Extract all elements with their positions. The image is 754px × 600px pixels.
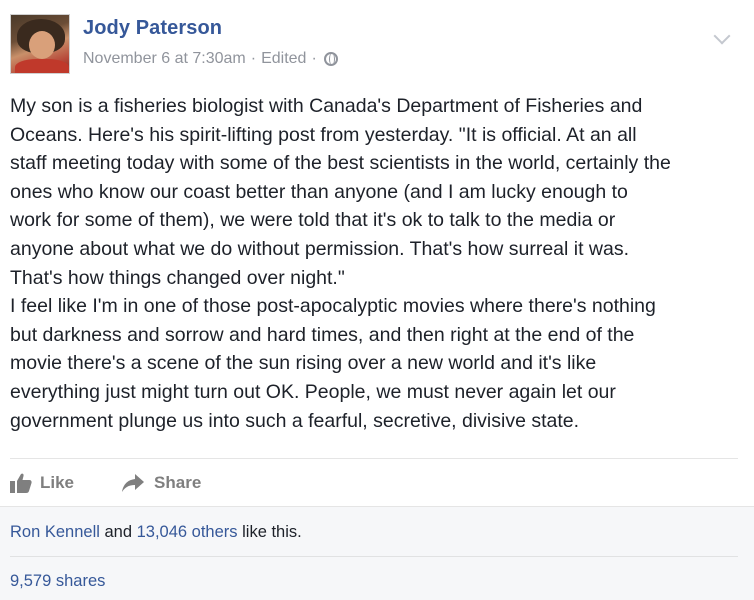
like-button[interactable]: Like [10, 473, 74, 493]
post-actions: Like Share [10, 466, 249, 500]
share-button[interactable]: Share [122, 473, 201, 493]
facebook-post: Jody Paterson November 6 at 7:30am · Edi… [0, 0, 754, 600]
author-avatar[interactable] [10, 14, 70, 74]
chevron-down-icon[interactable] [713, 27, 731, 45]
shares-count-link[interactable]: 9,579 shares [10, 572, 105, 591]
post-timestamp[interactable]: November 6 at 7:30am [83, 50, 246, 68]
share-arrow-icon [122, 474, 145, 492]
summary-divider [10, 556, 738, 557]
meta-separator: · [250, 50, 257, 67]
actions-divider [10, 458, 738, 459]
post-meta: November 6 at 7:30am · Edited · [83, 50, 338, 68]
likes-suffix: like this. [237, 523, 302, 541]
avatar-face [29, 31, 55, 59]
share-label: Share [154, 473, 202, 492]
edited-label[interactable]: Edited [261, 50, 306, 68]
post-header: Jody Paterson November 6 at 7:30am · Edi… [10, 12, 744, 76]
author-name[interactable]: Jody Paterson [83, 17, 222, 40]
likes-and-text: and [99, 523, 137, 541]
avatar-shirt [15, 59, 69, 73]
liker-name-link[interactable]: Ron Kennell [10, 523, 100, 541]
thumbs-up-icon [10, 473, 32, 493]
likes-summary: Ron Kennell and 13,046 others like this. [10, 523, 302, 542]
globe-icon[interactable] [323, 52, 338, 66]
post-summary: Ron Kennell and 13,046 others like this.… [0, 506, 754, 600]
post-body: My son is a fisheries biologist with Can… [10, 95, 671, 432]
meta-separator: · [311, 50, 317, 67]
others-count-link[interactable]: 13,046 others [137, 523, 238, 541]
like-label: Like [40, 473, 75, 492]
